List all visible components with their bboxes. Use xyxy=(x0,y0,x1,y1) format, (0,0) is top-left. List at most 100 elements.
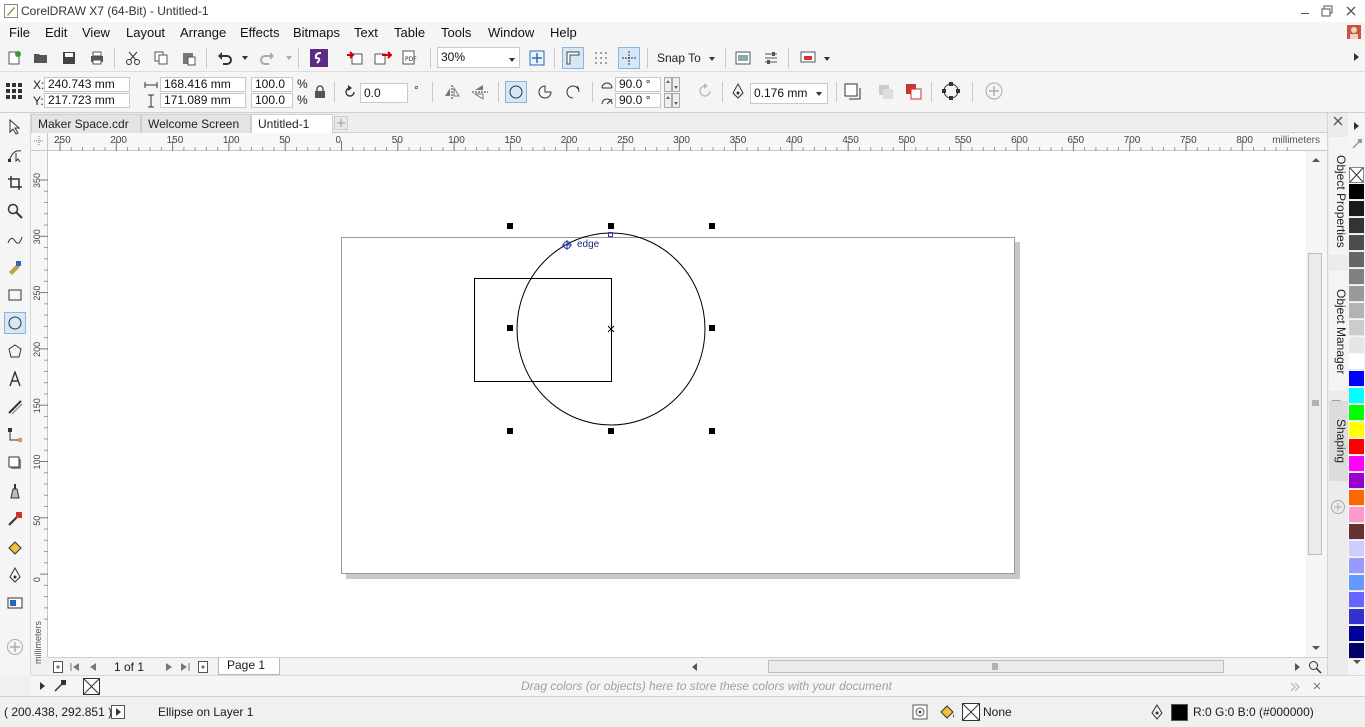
open-icon[interactable] xyxy=(30,47,52,69)
selection-handle-left[interactable] xyxy=(507,325,513,331)
tray-expand-icon[interactable] xyxy=(39,681,47,691)
polygon-tool-icon[interactable] xyxy=(4,340,26,362)
color-swatch[interactable] xyxy=(1349,388,1364,404)
menu-table[interactable]: Table xyxy=(394,25,425,40)
copy-icon[interactable] xyxy=(150,47,172,69)
mirror-horizontal-icon[interactable] xyxy=(443,84,461,100)
horizontal-scroll-thumb[interactable] xyxy=(768,660,1224,673)
bounding-box-icon[interactable] xyxy=(941,81,961,101)
palette-scroll-down-icon[interactable] xyxy=(1352,658,1362,666)
menu-help[interactable]: Help xyxy=(550,25,577,40)
menu-view[interactable]: View xyxy=(82,25,110,40)
pick-tool-icon[interactable] xyxy=(4,116,26,138)
menu-layout[interactable]: Layout xyxy=(126,25,165,40)
vertical-ruler[interactable]: 350 300 250 200 150 100 50 0 millimeters xyxy=(31,151,48,664)
toolbar-overflow-icon[interactable] xyxy=(1352,51,1362,63)
vertical-scroll-thumb[interactable] xyxy=(1308,253,1322,555)
user-avatar-icon[interactable] xyxy=(1347,25,1361,39)
color-swatch[interactable] xyxy=(1349,354,1364,370)
color-swatch[interactable] xyxy=(1349,320,1364,336)
menu-edit[interactable]: Edit xyxy=(45,25,67,40)
color-swatch[interactable] xyxy=(1349,643,1364,659)
width-field[interactable]: 168.416 mm xyxy=(160,77,246,92)
eyedropper-icon[interactable] xyxy=(4,508,26,530)
tray-scroll-right-icon[interactable] xyxy=(1290,682,1300,692)
menu-file[interactable]: File xyxy=(9,25,30,40)
close-icon[interactable] xyxy=(1338,0,1364,22)
color-swatch[interactable] xyxy=(1349,422,1364,438)
connector-tool-icon[interactable] xyxy=(4,424,26,446)
pie-mode-icon[interactable] xyxy=(534,81,556,103)
zoom-level-dropdown[interactable]: 30% xyxy=(437,47,520,68)
x-position-field[interactable]: 240.743 mm xyxy=(44,77,130,92)
horizontal-ruler[interactable]: 250 200 150 100 50 0 50 100 150 200 250 300 350 400 45… xyxy=(48,133,1327,151)
rectangle-tool-icon[interactable] xyxy=(4,284,26,306)
add-property-icon[interactable] xyxy=(984,81,1004,101)
scroll-down-icon[interactable] xyxy=(1311,644,1321,652)
selection-handle-right[interactable] xyxy=(709,325,715,331)
options-icon[interactable] xyxy=(760,47,782,69)
menu-effects[interactable]: Effects xyxy=(240,25,280,40)
color-swatch[interactable] xyxy=(1349,524,1364,540)
ellipse-tool-icon[interactable] xyxy=(4,312,26,334)
angle-spinner-icon[interactable] xyxy=(664,77,680,109)
crop-tool-icon[interactable] xyxy=(4,172,26,194)
color-swatch[interactable] xyxy=(1349,235,1364,251)
application-launcher-icon[interactable] xyxy=(797,47,819,69)
selection-handle-top-left[interactable] xyxy=(507,223,513,229)
menu-arrange[interactable]: Arrange xyxy=(180,25,226,40)
welcome-icon[interactable] xyxy=(732,47,754,69)
menu-text[interactable]: Text xyxy=(354,25,378,40)
selection-handle-bottom-right[interactable] xyxy=(709,428,715,434)
new-tab-icon[interactable] xyxy=(334,116,348,130)
tray-close-icon[interactable] xyxy=(1313,682,1321,690)
docker-tab-object-properties[interactable]: Object Properties xyxy=(1329,137,1348,255)
menu-bitmaps[interactable]: Bitmaps xyxy=(293,25,340,40)
transparency-tool-icon[interactable] xyxy=(4,480,26,502)
convert-to-curves-icon[interactable] xyxy=(844,83,862,101)
color-swatch[interactable] xyxy=(1349,473,1364,489)
object-origin-icon[interactable] xyxy=(5,82,23,100)
grid-icon[interactable] xyxy=(590,47,612,69)
guidelines-icon[interactable] xyxy=(618,47,640,69)
import-icon[interactable] xyxy=(344,47,366,69)
snap-to-button[interactable]: Snap To xyxy=(657,51,701,65)
status-expand-icon[interactable] xyxy=(111,705,125,719)
selection-handle-bottom-left[interactable] xyxy=(507,428,513,434)
rotation-field[interactable]: 0.0 xyxy=(360,83,408,103)
tab-untitled-1[interactable]: Untitled-1 xyxy=(251,114,333,133)
height-field[interactable]: 171.089 mm xyxy=(160,93,246,108)
paste-icon[interactable] xyxy=(178,47,200,69)
restore-icon[interactable] xyxy=(1314,0,1340,22)
vertical-scrollbar[interactable] xyxy=(1306,151,1327,657)
interactive-fill-icon[interactable] xyxy=(4,536,26,558)
color-swatch[interactable] xyxy=(1349,626,1364,642)
next-page-icon[interactable] xyxy=(164,662,174,672)
selection-handle-top-right[interactable] xyxy=(709,223,715,229)
first-page-icon[interactable] xyxy=(70,662,80,672)
smart-fill-tool-icon[interactable] xyxy=(4,592,26,614)
docker-tab-object-manager[interactable]: Object Manager xyxy=(1329,271,1348,391)
color-swatch[interactable] xyxy=(1349,269,1364,285)
rectangle-shape[interactable] xyxy=(474,278,612,382)
docker-close-icon[interactable] xyxy=(1333,116,1343,126)
redo-icon[interactable] xyxy=(256,47,278,69)
zoom-tool-icon[interactable] xyxy=(4,200,26,222)
color-swatch[interactable] xyxy=(1349,490,1364,506)
selection-handle-top[interactable] xyxy=(608,223,614,229)
zoom-one-shot-icon[interactable] xyxy=(1308,660,1322,674)
tray-eyedropper-icon[interactable] xyxy=(53,679,67,693)
drop-shadow-icon[interactable] xyxy=(4,452,26,474)
menu-tools[interactable]: Tools xyxy=(441,25,471,40)
wrap-text-icon[interactable] xyxy=(877,83,895,101)
change-direction-icon[interactable] xyxy=(697,83,713,99)
publish-pdf-icon[interactable]: PDF xyxy=(400,47,422,69)
scroll-right-icon[interactable] xyxy=(1293,662,1301,672)
color-swatch[interactable] xyxy=(1349,405,1364,421)
freehand-tool-icon[interactable] xyxy=(4,228,26,250)
selection-handle-bottom[interactable] xyxy=(608,428,614,434)
scroll-up-icon[interactable] xyxy=(1311,156,1321,164)
color-swatch[interactable] xyxy=(1349,252,1364,268)
color-swatch[interactable] xyxy=(1349,609,1364,625)
corel-connect-icon[interactable] xyxy=(308,47,330,69)
